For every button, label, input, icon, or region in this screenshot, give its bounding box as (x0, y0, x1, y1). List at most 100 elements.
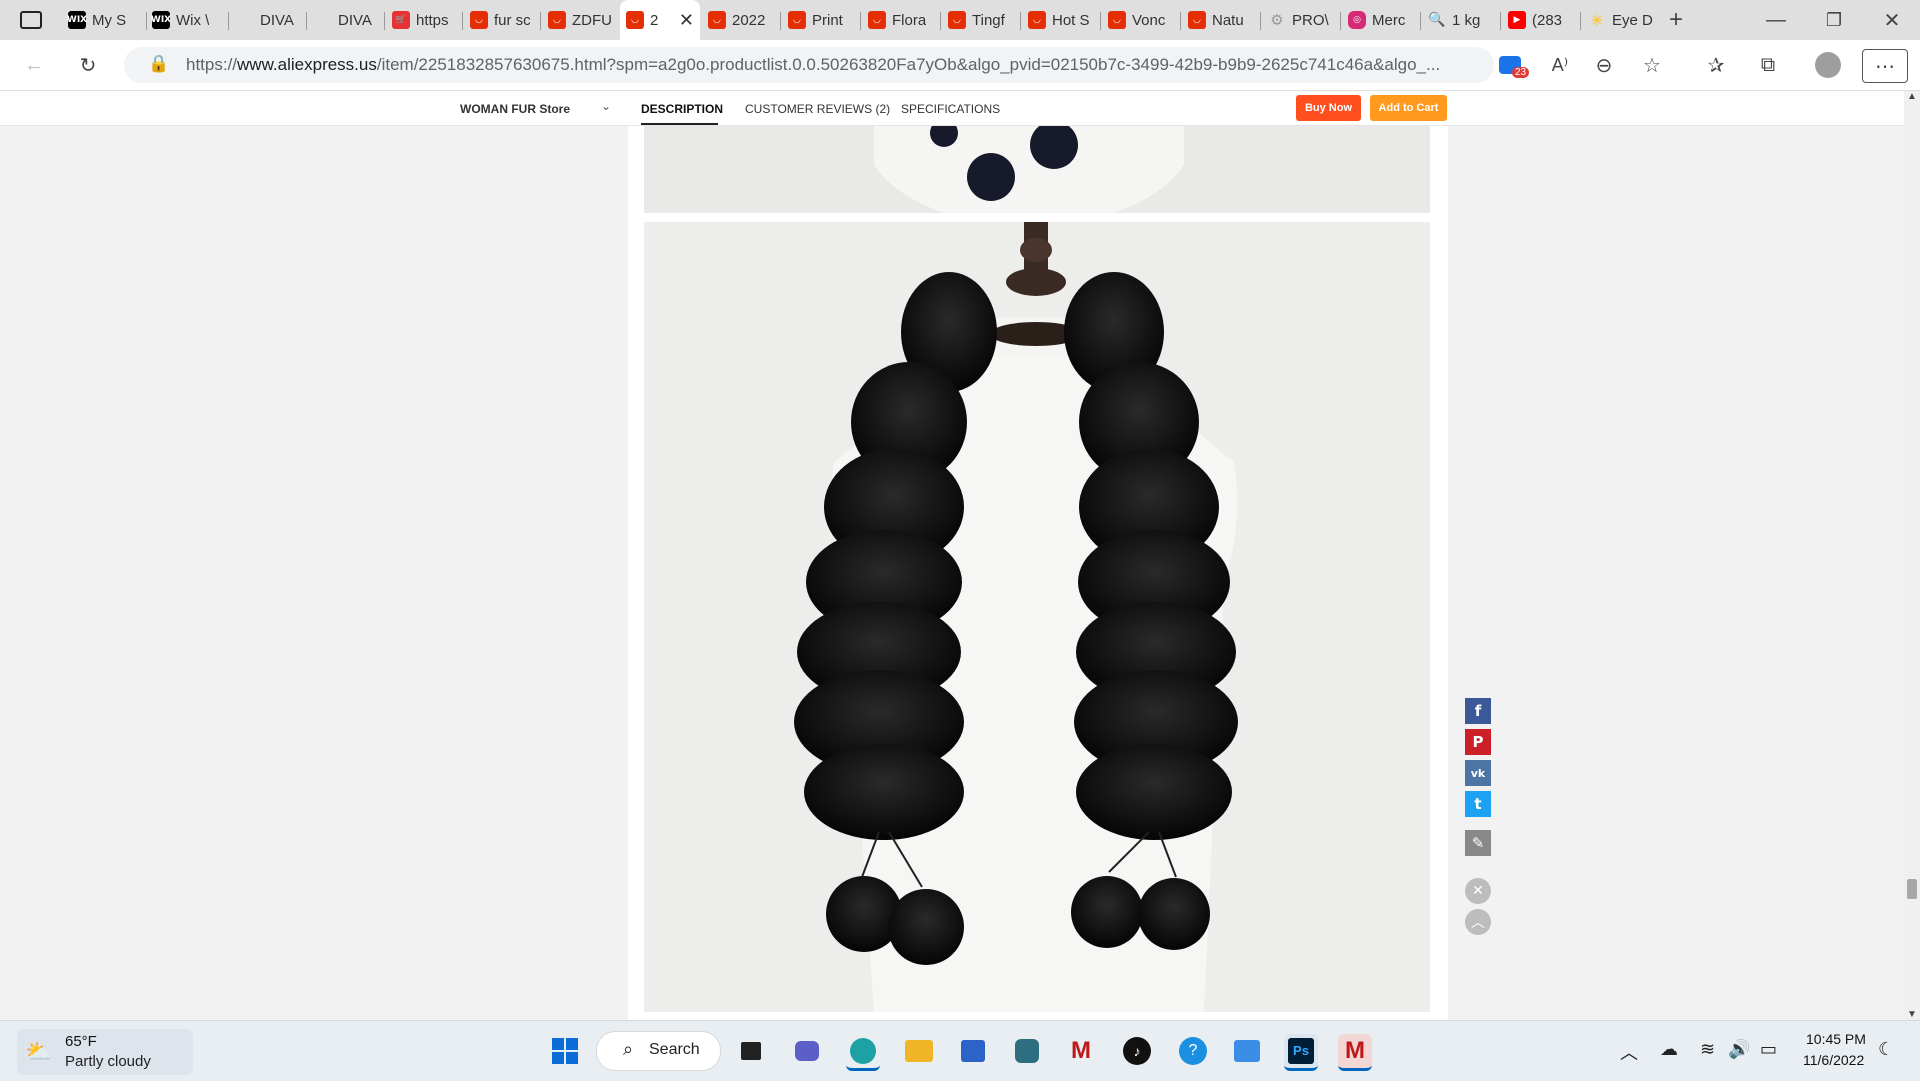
scroll-up-icon[interactable]: ▲ (1907, 91, 1917, 102)
photoshop-icon[interactable]: Ps (1284, 1034, 1318, 1071)
onedrive-icon[interactable]: ☁ (1660, 1039, 1678, 1060)
url-text[interactable]: https://www.aliexpress.us/item/225183285… (186, 55, 1486, 75)
clock-time[interactable]: 10:45 PM (1806, 1031, 1866, 1047)
tab[interactable]: ◡ Tingf (942, 4, 1020, 36)
vk-share-icon[interactable]: vk (1465, 760, 1491, 786)
new-tab-button[interactable]: + (1660, 4, 1692, 36)
store-name-link[interactable]: WOMAN FUR Store (460, 102, 570, 116)
store-icon[interactable] (956, 1034, 990, 1068)
teams-chat-icon[interactable] (790, 1034, 824, 1068)
help-icon[interactable]: ? (1176, 1034, 1210, 1068)
add-to-cart-button[interactable]: Add to Cart (1370, 95, 1447, 121)
tab[interactable]: ◎ Merc (1342, 4, 1420, 36)
buy-now-button[interactable]: Buy Now (1296, 95, 1361, 121)
tab-specifications[interactable]: SPECIFICATIONS (901, 102, 1000, 116)
file-explorer-icon[interactable] (902, 1034, 936, 1068)
chevron-up-icon[interactable]: ︿ (1620, 1039, 1638, 1065)
twitter-share-icon[interactable]: t (1465, 791, 1491, 817)
close-tab-icon[interactable]: ✕ (679, 10, 694, 31)
tab[interactable]: ✳ Eye D (1582, 4, 1660, 36)
tab-separator (1340, 12, 1341, 30)
tab-separator (462, 12, 463, 30)
lock-icon[interactable]: 🔒 (148, 54, 169, 74)
tab[interactable]: ◡ Hot S (1022, 4, 1100, 36)
blank-icon (236, 11, 254, 29)
tab[interactable]: ◡ Vonc (1102, 4, 1180, 36)
fur-scarf-illustration (794, 222, 1238, 1012)
tiktok-icon[interactable]: ♪ (1120, 1034, 1154, 1068)
tab-customer-reviews[interactable]: CUSTOMER REVIEWS (2) (745, 102, 890, 116)
active-tab[interactable]: ◡ 2 ✕ (620, 0, 700, 40)
maximize-button[interactable]: ❐ (1818, 4, 1850, 36)
wix-icon: WIX (67, 11, 87, 29)
scroll-down-icon[interactable]: ▼ (1907, 1009, 1917, 1020)
tab-separator (384, 12, 385, 30)
tab[interactable]: ◡ Flora (862, 4, 940, 36)
edit-share-icon[interactable]: ✎ (1465, 830, 1491, 856)
battery-icon[interactable]: ▭ (1760, 1039, 1777, 1060)
tab-strip: WIX My S WIX Wix \ DIVA DIVA 🛒 https ◡ f… (0, 0, 1920, 40)
profile-avatar[interactable] (1812, 49, 1844, 81)
tab[interactable]: ◡ fur sc (464, 4, 542, 36)
wifi-icon[interactable]: ≋ (1700, 1039, 1715, 1060)
pinterest-share-icon[interactable]: P (1465, 729, 1491, 755)
extension-icon[interactable]: 23 (1494, 49, 1530, 81)
page-scrollbar[interactable]: ▲ ▼ (1904, 91, 1920, 1020)
active-tab-indicator (641, 123, 718, 125)
tab-actions-button[interactable] (14, 4, 48, 36)
more-menu-button[interactable]: ⋯ (1862, 49, 1908, 83)
edge-icon[interactable] (846, 1034, 880, 1071)
tab[interactable]: 🛒 https (386, 4, 464, 36)
photos-icon[interactable] (1230, 1034, 1264, 1068)
tab-separator (1020, 12, 1021, 30)
tab[interactable]: WIX Wix \ (146, 4, 228, 36)
tab[interactable]: WIX My S (62, 4, 144, 36)
tab[interactable]: ◡ 2022 (702, 4, 780, 36)
volume-icon[interactable]: 🔊 (1728, 1039, 1750, 1060)
chevron-down-icon[interactable]: ⌄ (601, 99, 611, 113)
scrollbar-thumb[interactable] (1907, 879, 1917, 899)
windows-taskbar: ⛅ 65°F Partly cloudy ⌕ Search M ♪ ? Ps M… (0, 1020, 1920, 1081)
weather-widget[interactable]: ⛅ 65°F Partly cloudy (17, 1029, 193, 1075)
tab[interactable]: ◡ ZDFU (542, 4, 620, 36)
app-icon[interactable] (1010, 1034, 1044, 1068)
mcafee-icon[interactable]: M (1064, 1034, 1098, 1068)
close-icon[interactable]: ✕ (1465, 878, 1491, 904)
tab[interactable]: 🔍 1 kg (1422, 4, 1500, 36)
partly-cloudy-icon: ⛅ (25, 1039, 53, 1064)
read-aloud-icon[interactable]: A⁾ (1544, 49, 1576, 81)
mcafee-app-icon[interactable]: M (1338, 1034, 1372, 1071)
tab[interactable]: DIVA (308, 4, 386, 36)
tab-description[interactable]: DESCRIPTION (641, 102, 723, 116)
back-to-top-icon[interactable]: ︿ (1465, 909, 1491, 935)
favorites-icon[interactable]: ✰ (1700, 49, 1732, 81)
tab[interactable]: ◡ Print (782, 4, 860, 36)
tab-separator (1180, 12, 1181, 30)
page-viewport: WOMAN FUR Store ⌄ DESCRIPTION CUSTOMER R… (0, 91, 1904, 1020)
tab[interactable]: ⚙ PRO\ (1262, 4, 1340, 36)
taskbar-search[interactable]: ⌕ Search (596, 1031, 721, 1071)
notification-icon[interactable]: ☾ (1878, 1039, 1894, 1060)
aliexpress-icon: ◡ (1028, 11, 1046, 29)
aliexpress-icon: ◡ (788, 11, 806, 29)
facebook-share-icon[interactable]: f (1465, 698, 1491, 724)
close-window-button[interactable]: ✕ (1876, 4, 1908, 36)
description-content (628, 125, 1448, 1020)
url-domain: www.aliexpress.us (237, 55, 377, 74)
cart-icon: 🛒 (392, 11, 410, 29)
task-view-icon[interactable] (734, 1034, 768, 1068)
tab[interactable]: ◡ Natu (1182, 4, 1260, 36)
zoom-icon[interactable]: ⊖ (1588, 49, 1620, 81)
minimize-button[interactable]: — (1760, 4, 1792, 36)
tab-separator (1420, 12, 1421, 30)
clock-date[interactable]: 11/6/2022 (1803, 1052, 1864, 1068)
collections-icon[interactable]: ⧉ (1752, 49, 1784, 81)
tab-separator (540, 12, 541, 30)
start-button[interactable] (548, 1034, 582, 1068)
address-bar[interactable]: 🔒 https://www.aliexpress.us/item/2251832… (124, 47, 1494, 83)
refresh-button[interactable]: ↻ (72, 49, 104, 81)
back-button[interactable]: ← (18, 49, 50, 81)
tab[interactable]: DIVA (230, 4, 308, 36)
tab[interactable]: ▶ (283 (1502, 4, 1580, 36)
add-favorite-icon[interactable]: ☆ (1636, 49, 1668, 81)
